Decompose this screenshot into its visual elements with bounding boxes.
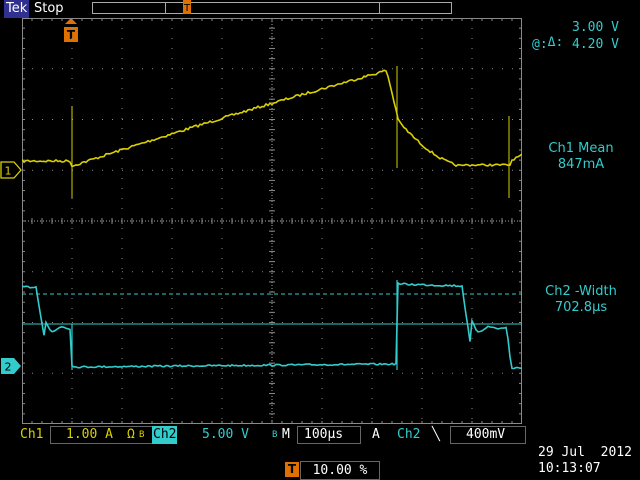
svg-text:1: 1 — [5, 165, 12, 178]
ch2-bw-icon: B — [272, 430, 278, 440]
ch2-waveform — [22, 281, 522, 370]
brand-logo: Tek — [4, 0, 30, 18]
trigger-position-icon: T — [183, 0, 191, 14]
timebase: 100µs — [304, 427, 344, 442]
measurement-1-label: Ch1 Mean — [548, 141, 614, 156]
cursor-delta-value: 3.00 V — [572, 20, 619, 35]
trigger-position-t-icon: T — [285, 462, 299, 477]
svg-text:T: T — [183, 3, 191, 14]
trigger-source[interactable]: Ch2 — [397, 426, 420, 444]
timestamp-time: 10:13:07 — [538, 461, 601, 476]
ch2-ground-marker[interactable]: 2 — [0, 357, 22, 375]
trigger-level: 400mV — [466, 427, 506, 442]
trigger-position-percent[interactable]: 10.00 % — [300, 461, 380, 480]
top-status-bar: Tek Stop T — [0, 0, 640, 18]
trigger-mode: A — [372, 427, 380, 442]
timestamp-date: 29 Jul 2012 — [538, 445, 632, 460]
measurement-2-label: Ch2 -Width — [545, 284, 617, 299]
ch1-scale: 1.00 A — [66, 427, 113, 442]
waveform-graticule[interactable] — [22, 18, 522, 424]
timestamp: 29 Jul 2012 10:13:07 — [538, 445, 632, 477]
falling-edge-icon: ╲ — [432, 427, 440, 442]
cursor-delta-label: Δ: — [547, 35, 564, 50]
ch1-coupling-icon: Ω — [127, 427, 135, 442]
bottom-settings-bar: Ch1 1.00 A Ω B Ch2 5.00 V B M 100µs A Ch… — [0, 426, 640, 444]
measurement-2-value: 702.8µs — [554, 300, 608, 315]
ch1-ground-marker[interactable]: 1 — [0, 161, 22, 179]
cursor-at-label: @: — [532, 37, 548, 52]
ch2-scale: 5.00 V — [202, 427, 249, 442]
run-state[interactable]: Stop — [34, 0, 64, 18]
cursor-at-value: 4.20 V — [572, 37, 619, 52]
ch2-label[interactable]: Ch2 — [152, 426, 178, 444]
display-window-indicator[interactable] — [165, 2, 380, 14]
ch1-label[interactable]: Ch1 — [20, 426, 43, 444]
timebase-prefix: M — [282, 427, 290, 442]
measurement-1-value: 847mA — [557, 157, 605, 172]
ch1-bw-icon: B — [139, 430, 145, 440]
graticule-grid — [22, 18, 522, 424]
svg-text:2: 2 — [5, 361, 12, 374]
